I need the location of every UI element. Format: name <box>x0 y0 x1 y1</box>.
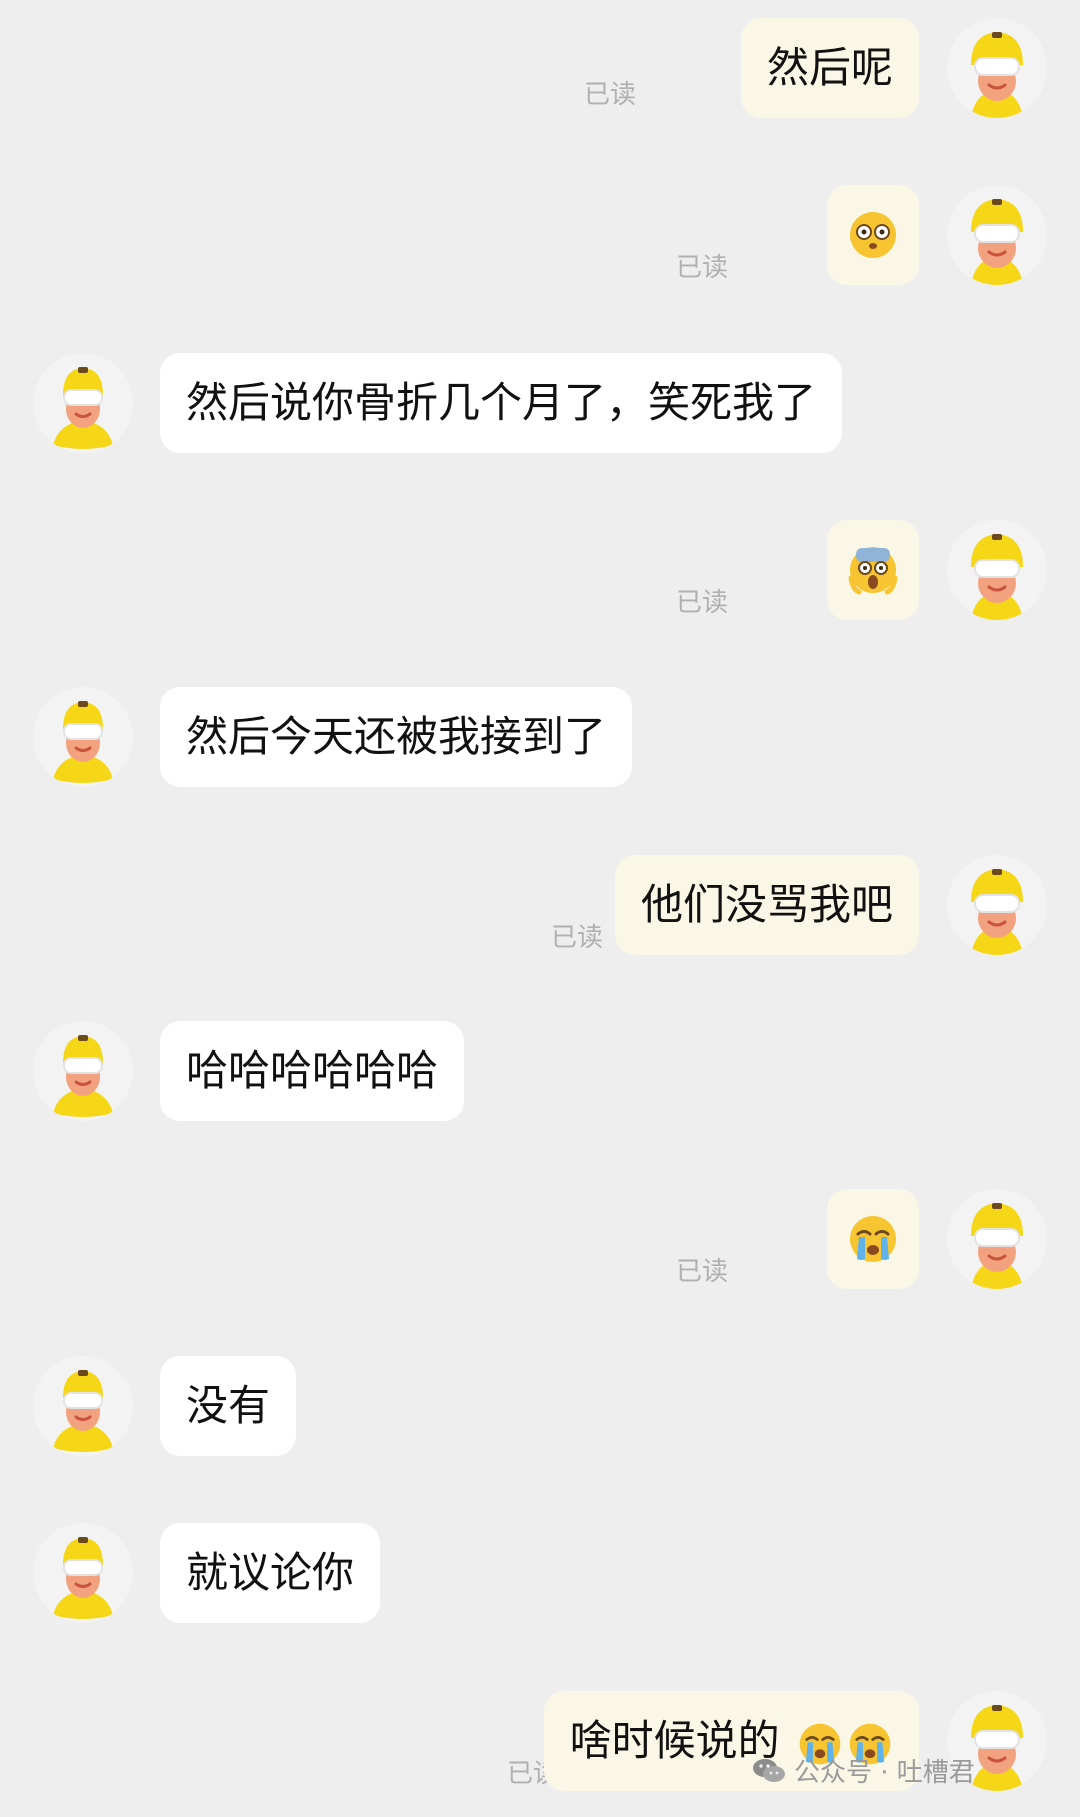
watermark: 公众号 · 吐槽君 <box>752 1752 975 1789</box>
crying-face-icon <box>850 1216 896 1262</box>
my-avatar[interactable] <box>947 520 1047 620</box>
message-bubble-received[interactable]: 哈哈哈哈哈哈 <box>160 1021 465 1121</box>
message-text: 没有 <box>186 1381 271 1430</box>
message-bubble-received[interactable]: 然后说你骨折几个月了，笑死我了 <box>160 353 843 453</box>
message-bubble-sent[interactable]: 然后呢 <box>740 18 919 118</box>
message-bubble-received[interactable]: 就议论你 <box>160 1523 381 1623</box>
my-avatar[interactable] <box>947 855 1047 955</box>
message-text: 啥时候说的 <box>569 1716 780 1765</box>
contact-avatar[interactable] <box>33 1523 133 1623</box>
courier-avatar-icon <box>947 520 1047 620</box>
message-text: 哈哈哈哈哈哈 <box>186 1046 439 1095</box>
message-row-sent: 已读 然后呢 <box>0 18 1080 128</box>
contact-avatar[interactable] <box>33 687 133 787</box>
message-row-received: 然后说你骨折几个月了，笑死我了 <box>0 353 1080 463</box>
message-bubble-received[interactable]: 没有 <box>160 1356 297 1456</box>
message-bubble-sent[interactable] <box>827 185 919 285</box>
contact-avatar[interactable] <box>33 353 133 453</box>
my-avatar[interactable] <box>947 1189 1047 1289</box>
courier-avatar-icon <box>33 1356 133 1456</box>
courier-avatar-icon <box>947 855 1047 955</box>
read-receipt: 已读 <box>675 1257 728 1287</box>
chat-thread: 已读 然后呢 已读 然后说你骨折几个月了，笑死我了 已读 然后今天还被我接到了 … <box>0 0 1080 1817</box>
message-row-received: 就议论你 <box>0 1523 1080 1633</box>
read-receipt: 已读 <box>675 253 728 283</box>
message-row-received: 然后今天还被我接到了 <box>0 687 1080 797</box>
my-avatar[interactable] <box>947 185 1047 285</box>
message-bubble-sent[interactable] <box>827 520 919 620</box>
courier-avatar-icon <box>947 18 1047 118</box>
contact-avatar[interactable] <box>33 1356 133 1456</box>
message-bubble-received[interactable]: 然后今天还被我接到了 <box>160 687 633 787</box>
courier-avatar-icon <box>947 185 1047 285</box>
message-row-received: 哈哈哈哈哈哈 <box>0 1021 1080 1131</box>
message-text: 就议论你 <box>186 1548 355 1597</box>
read-receipt: 已读 <box>550 923 603 953</box>
wechat-icon <box>753 1758 785 1782</box>
my-avatar[interactable] <box>947 18 1047 118</box>
courier-avatar-icon <box>33 1523 133 1623</box>
message-row-sent: 已读 他们没骂我吧 <box>0 855 1080 965</box>
message-row-sent: 已读 <box>0 185 1080 295</box>
watermark-label: 公众号 · 吐槽君 <box>794 1758 975 1788</box>
message-text: 然后呢 <box>766 43 893 92</box>
message-text: 然后说你骨折几个月了，笑死我了 <box>186 378 817 427</box>
courier-avatar-icon <box>33 1021 133 1121</box>
read-receipt: 已读 <box>675 588 728 618</box>
contact-avatar[interactable] <box>33 1021 133 1121</box>
message-text: 他们没骂我吧 <box>640 880 893 929</box>
read-receipt: 已读 <box>583 80 636 110</box>
message-bubble-sent[interactable]: 他们没骂我吧 <box>614 855 919 955</box>
courier-avatar-icon <box>33 687 133 787</box>
surprised-face-icon <box>850 212 896 258</box>
message-row-received: 没有 <box>0 1356 1080 1466</box>
courier-avatar-icon <box>947 1189 1047 1289</box>
screaming-face-icon <box>848 547 898 595</box>
message-text: 然后今天还被我接到了 <box>186 712 607 761</box>
message-row-sent: 已读 <box>0 520 1080 630</box>
message-row-sent: 已读 <box>0 1189 1080 1299</box>
courier-avatar-icon <box>33 353 133 453</box>
message-bubble-sent[interactable] <box>827 1189 919 1289</box>
